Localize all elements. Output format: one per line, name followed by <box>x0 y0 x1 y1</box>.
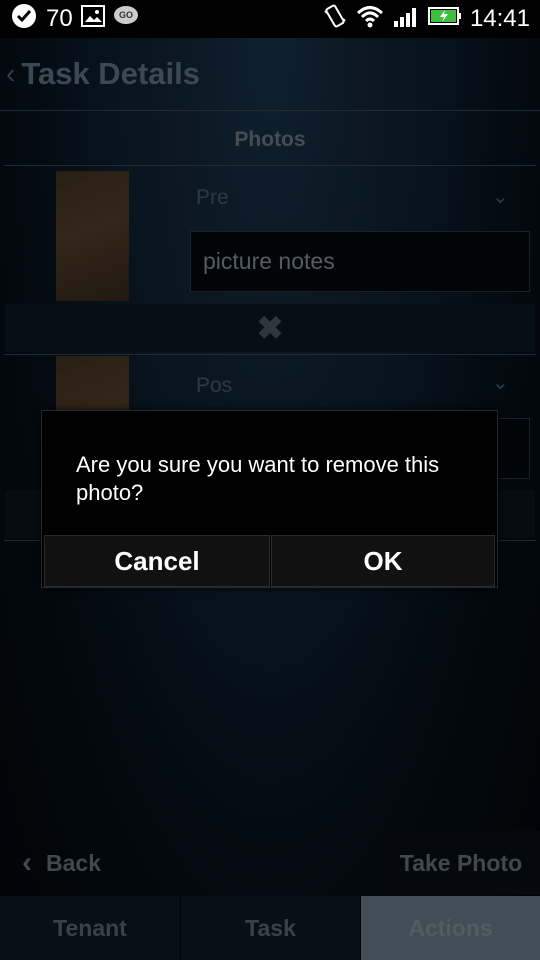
battery-charging-icon <box>427 5 462 33</box>
status-bar: 70 GO 14:41 <box>0 0 540 38</box>
chevron-down-icon[interactable]: ⌄ <box>492 184 509 209</box>
svg-text:GO: GO <box>119 10 133 20</box>
wifi-icon <box>356 4 384 35</box>
image-icon <box>80 4 105 34</box>
close-icon: ✖ <box>256 310 284 346</box>
take-photo-button[interactable]: Take Photo <box>382 831 540 895</box>
clock: 14:41 <box>469 5 530 32</box>
photos-section-label: Photos <box>234 128 306 151</box>
battery-percent: 70 <box>46 5 73 32</box>
signal-icon <box>392 4 420 35</box>
tab-actions[interactable]: Actions <box>360 896 540 960</box>
tab-task[interactable]: Task <box>180 896 360 960</box>
remove-photo-button[interactable]: ✖ <box>5 304 535 352</box>
cancel-button[interactable]: Cancel <box>44 535 270 587</box>
title-bar[interactable]: ‹ Task Details <box>0 38 540 110</box>
chevron-down-icon[interactable]: ⌄ <box>492 370 509 395</box>
tab-bar: Tenant Task Actions <box>0 896 540 960</box>
divider <box>4 354 536 355</box>
divider <box>4 165 536 166</box>
chevron-left-icon[interactable]: ‹ <box>6 58 15 90</box>
picture-notes-field[interactable]: picture notes <box>190 231 530 292</box>
tab-tenant[interactable]: Tenant <box>0 896 180 960</box>
back-label: Back <box>46 849 101 876</box>
dialog-message: Are you sure you want to remove this pho… <box>76 452 440 505</box>
photo-type-select[interactable]: Pos <box>196 374 232 398</box>
back-button[interactable]: ‹ Back <box>22 831 101 895</box>
ok-button[interactable]: OK <box>271 535 495 587</box>
go-sms-icon: GO <box>113 4 139 35</box>
check-bubble-icon <box>10 2 38 37</box>
photo-type-select[interactable]: Pre <box>196 186 229 210</box>
confirm-remove-dialog: Are you sure you want to remove this pho… <box>41 410 498 588</box>
divider <box>0 110 540 111</box>
vibrate-icon <box>322 3 348 36</box>
app-content: ‹ Task Details Photos Pre ⌄ picture note… <box>0 38 540 960</box>
chevron-left-icon: ‹ <box>22 846 32 879</box>
page-title: Task Details <box>21 56 200 91</box>
photo-thumbnail[interactable] <box>56 171 129 301</box>
